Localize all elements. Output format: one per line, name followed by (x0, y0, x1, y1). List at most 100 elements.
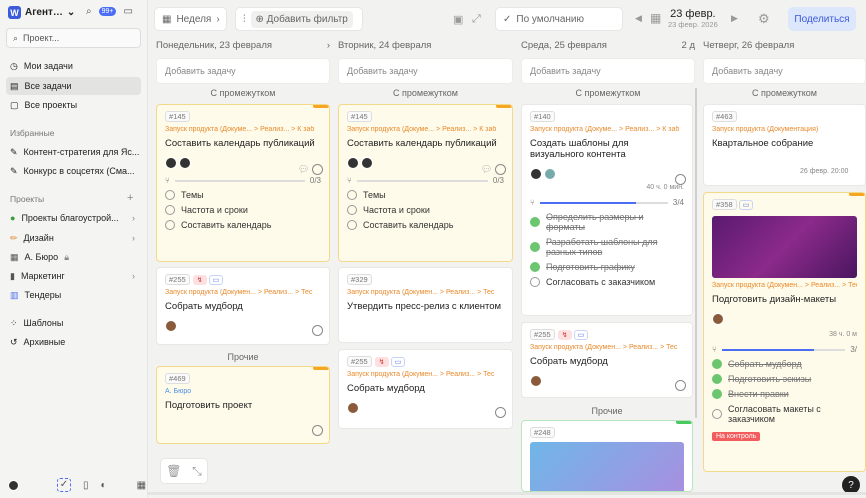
vertical-scrollbar[interactable] (695, 88, 697, 418)
sidebar-item-templates[interactable]: ⁘ Шаблоны (6, 314, 141, 332)
subtask-checkbox[interactable] (347, 205, 357, 215)
task-card[interactable]: #329 Запуск продукта (Докумен... > Реали… (338, 267, 513, 343)
project-item[interactable]: ▮ Маркетинг › (6, 267, 141, 285)
complete-checkbox[interactable] (495, 407, 506, 418)
subtask[interactable]: Подготовить графику (530, 262, 684, 272)
task-card[interactable]: #255 ↯ ▭ Запуск продукта (Докумен... > Реа… (338, 349, 513, 429)
gear-icon[interactable]: ⚙ (758, 11, 770, 27)
expand-icon[interactable]: ⤢ (472, 13, 481, 26)
calendar-icon[interactable]: ▦ (137, 480, 146, 491)
complete-checkbox[interactable] (312, 164, 323, 175)
workspace-switcher[interactable]: W Агент… ⌄ (8, 6, 75, 19)
subtask-checkbox[interactable] (712, 389, 722, 399)
subtask[interactable]: Согласовать макеты с заказчиком (712, 404, 857, 424)
sidebar-item-all-projects[interactable]: ▢ Все проекты (6, 96, 141, 114)
task-card[interactable]: #469 А. Бюро Подготовить проект (156, 366, 330, 444)
task-card[interactable]: #248 (521, 420, 693, 492)
subtask[interactable]: Составить календарь (165, 220, 321, 230)
subtask-checkbox[interactable] (165, 205, 175, 215)
comment-icon[interactable]: 💬︎ (481, 164, 492, 175)
add-filter-button[interactable]: ⊕ Добавить фильтр (250, 10, 353, 28)
favorite-item[interactable]: ✎ Контент-стратегия для Яс... (6, 143, 141, 161)
add-task-input[interactable]: Добавить задачу (703, 58, 866, 84)
collapse-sidebar-icon[interactable]: ▭ (123, 6, 132, 17)
save-icon[interactable]: ▣ (453, 13, 463, 26)
notifications-badge[interactable]: 99+ (98, 7, 117, 16)
comment-icon[interactable]: 💬︎ (298, 164, 309, 175)
subtask[interactable]: Темы (347, 190, 504, 200)
project-search-input[interactable]: ⌕ Проект... (6, 28, 141, 48)
task-card[interactable]: #255 ↯ ▭ Запуск продукта (Докумен... > Реа… (156, 267, 330, 345)
avatar[interactable] (8, 479, 19, 491)
add-task-input[interactable]: Добавить задачу (521, 58, 695, 84)
app-check-icon[interactable]: ✓ (57, 478, 71, 492)
prev-week-icon[interactable]: ◀ (635, 13, 642, 24)
sidebar-item-all-tasks[interactable]: ▤ Все задачи (6, 77, 141, 95)
subtask[interactable]: Темы (165, 190, 321, 200)
period-selector[interactable]: ▦ Неделя › (154, 7, 227, 31)
settings-sliders-icon[interactable]: ⫶ (243, 14, 246, 25)
subtask[interactable]: Определить размеры и форматы (530, 212, 684, 232)
subtask[interactable]: Частота и сроки (165, 205, 321, 215)
flag-icon: ↯ (557, 330, 572, 340)
share-button[interactable]: Поделиться (788, 7, 856, 31)
subtask-checkbox[interactable] (530, 262, 540, 272)
project-item[interactable]: ✏ Дизайн › (6, 229, 141, 247)
sidebar-item-my-tasks[interactable]: ◷ Мои задачи (6, 57, 141, 75)
task-title: Составить календарь публикаций (347, 138, 497, 149)
task-card[interactable]: #358 ▭ Запуск продукта (Докумен... > Реал… (703, 192, 866, 472)
task-card[interactable]: #145 Запуск продукта (Докуме... > Реализ… (156, 104, 330, 262)
task-breadcrumb: Запуск продукта (Докуме... > Реализ... >… (165, 126, 315, 133)
subtask-checkbox[interactable] (165, 190, 175, 200)
subtask-checkbox[interactable] (712, 374, 722, 384)
next-week-icon[interactable]: ▶ (731, 13, 738, 24)
calendar-icon[interactable]: ▦ (650, 11, 661, 25)
favorite-item[interactable]: ✎ Конкурс в соцсетях (Сма... (6, 162, 141, 180)
subtask-checkbox[interactable] (712, 409, 722, 419)
subtask-checkbox[interactable] (165, 220, 175, 230)
subtask[interactable]: Согласовать с заказчиком (530, 277, 684, 287)
complete-checkbox[interactable] (312, 325, 323, 336)
task-card[interactable]: #140 Запуск продукта (Докуме... > Реализ… (521, 104, 693, 316)
app-icon[interactable]: ▯ (83, 480, 89, 491)
complete-checkbox[interactable] (312, 425, 323, 436)
subtask[interactable]: Собрать мудборд (712, 359, 857, 369)
sort-selector[interactable]: ✓ По умолчанию (495, 7, 623, 31)
subtask-checkbox[interactable] (530, 217, 540, 227)
subtask[interactable]: Внести правки (712, 389, 857, 399)
subtask[interactable]: Частота и сроки (347, 205, 504, 215)
complete-checkbox[interactable] (675, 174, 686, 185)
task-card[interactable]: #255 ↯ ▭ Запуск продукта (Докумен... > Реа… (521, 322, 693, 398)
day-column: Среда, 25 февраля 2 д Добавить задачу С п… (521, 40, 695, 100)
sidebar-bottom-bar: ✓ ▯ ◐ ▦ (8, 478, 146, 492)
subtask-checkbox[interactable] (347, 190, 357, 200)
add-task-input[interactable]: Добавить задачу (338, 58, 513, 84)
subtask-checkbox[interactable] (347, 220, 357, 230)
expand-icon[interactable]: ⤡ (192, 464, 202, 479)
add-project-icon[interactable]: + (127, 192, 133, 204)
task-card[interactable]: #463 Запуск продукта (Документация) Квар… (703, 104, 866, 186)
trash-icon[interactable]: 🗑︎ (166, 464, 181, 478)
project-item[interactable]: ▦ А. Бюро 🔒︎ (6, 248, 141, 266)
subtask[interactable]: Подготовить эскизы (712, 374, 857, 384)
project-item[interactable]: ▥ Тендеры (6, 286, 141, 304)
complete-checkbox[interactable] (675, 380, 686, 391)
subtask[interactable]: Разработать шаблоны для разных типов (530, 237, 684, 257)
subtasks-icon: ⑂ (165, 176, 170, 185)
horizontal-scrollbar[interactable] (148, 492, 866, 495)
task-card[interactable]: #145 Запуск продукта (Докуме... > Реализ… (338, 104, 513, 262)
subtask-checkbox[interactable] (712, 359, 722, 369)
sidebar-item-archive[interactable]: ↺ Архивные (6, 333, 141, 351)
task-breadcrumb: А. Бюро (165, 388, 192, 395)
task-id: #140 (530, 111, 555, 122)
subtask-checkbox[interactable] (530, 242, 540, 252)
subtask-label: Частота и сроки (181, 205, 248, 215)
add-task-input[interactable]: Добавить задачу (156, 58, 330, 84)
project-item[interactable]: ● Проекты благоустрой... › (6, 209, 141, 227)
search-icon[interactable]: ⌕ (86, 6, 92, 17)
subtask[interactable]: Составить календарь (347, 220, 504, 230)
app-icon[interactable]: ◐ (101, 480, 107, 491)
subtask-checkbox[interactable] (530, 277, 540, 287)
chevron-right-icon: › (132, 271, 135, 281)
complete-checkbox[interactable] (495, 164, 506, 175)
